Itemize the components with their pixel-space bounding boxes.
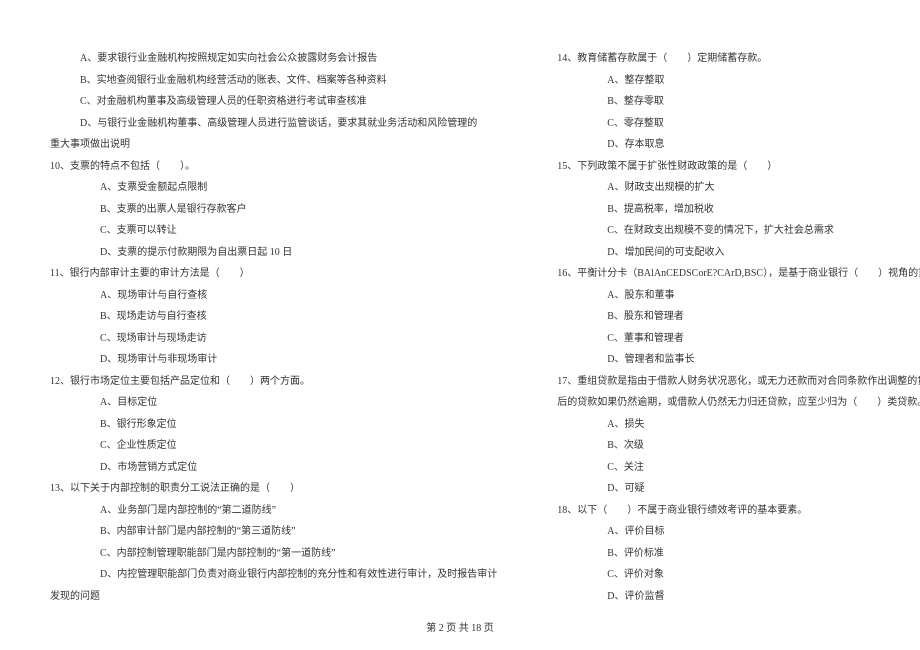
option-text: B、提高税率，增加税收 (557, 199, 920, 221)
left-column: A、要求银行业金融机构按照规定如实向社会公众披露财务会计报告 B、实地查阅银行业… (50, 48, 497, 607)
option-text: C、企业性质定位 (50, 435, 497, 457)
question-18: 18、以下（ ）不属于商业银行绩效考评的基本要素。 (557, 500, 920, 522)
page-content: A、要求银行业金融机构按照规定如实向社会公众披露财务会计报告 B、实地查阅银行业… (0, 0, 920, 637)
option-text: A、要求银行业金融机构按照规定如实向社会公众披露财务会计报告 (50, 48, 497, 70)
question-15: 15、下列政策不属于扩张性财政政策的是（ ） (557, 156, 920, 178)
option-text: D、管理者和监事长 (557, 349, 920, 371)
question-17-cont: 后的贷款如果仍然逾期，或借款人仍然无力归还贷款，应至少归为（ ）类贷款。 (557, 392, 920, 414)
option-text: B、评价标准 (557, 543, 920, 565)
option-text: C、零存整取 (557, 113, 920, 135)
option-text: A、评价目标 (557, 521, 920, 543)
option-text: B、实地查阅银行业金融机构经营活动的账表、文件、档案等各种资料 (50, 70, 497, 92)
option-text: B、次级 (557, 435, 920, 457)
question-12: 12、银行市场定位主要包括产品定位和（ ）两个方面。 (50, 371, 497, 393)
option-text: C、内部控制管理职能部门是内部控制的“第一道防线” (50, 543, 497, 565)
option-text: A、整存整取 (557, 70, 920, 92)
option-text: D、可疑 (557, 478, 920, 500)
option-text: B、股东和管理者 (557, 306, 920, 328)
question-11: 11、银行内部审计主要的审计方法是（ ） (50, 263, 497, 285)
option-text: C、现场审计与现场走访 (50, 328, 497, 350)
page-footer: 第 2 页 共 18 页 (0, 619, 920, 634)
option-text: A、股东和董事 (557, 285, 920, 307)
question-13: 13、以下关于内部控制的职责分工说法正确的是（ ） (50, 478, 497, 500)
option-text: C、在财政支出规模不变的情况下，扩大社会总需求 (557, 220, 920, 242)
option-text: D、市场营销方式定位 (50, 457, 497, 479)
option-text: C、对金融机构董事及高级管理人员的任职资格进行考试审查核准 (50, 91, 497, 113)
question-14: 14、教育储蓄存款属于（ ）定期储蓄存款。 (557, 48, 920, 70)
option-text: C、关注 (557, 457, 920, 479)
right-column: 14、教育储蓄存款属于（ ）定期储蓄存款。 A、整存整取 B、整存零取 C、零存… (557, 48, 920, 607)
option-text: D、现场审计与非现场审计 (50, 349, 497, 371)
option-text: B、银行形象定位 (50, 414, 497, 436)
option-text: D、支票的提示付款期限为自出票日起 10 日 (50, 242, 497, 264)
option-text: C、评价对象 (557, 564, 920, 586)
option-text: A、损失 (557, 414, 920, 436)
option-text-cont: 重大事项做出说明 (50, 134, 497, 156)
option-text: A、财政支出规模的扩大 (557, 177, 920, 199)
option-text-cont: 发现的问题 (50, 586, 497, 608)
option-text: D、内控管理职能部门负责对商业银行内部控制的充分性和有效性进行审计，及时报告审计 (50, 564, 497, 586)
option-text: A、目标定位 (50, 392, 497, 414)
option-text: A、业务部门是内部控制的“第二道防线” (50, 500, 497, 522)
option-text: D、与银行业金融机构董事、高级管理人员进行监管谈话，要求其就业务活动和风险管理的 (50, 113, 497, 135)
option-text: B、支票的出票人是银行存款客户 (50, 199, 497, 221)
option-text: C、董事和管理者 (557, 328, 920, 350)
question-16: 16、平衡计分卡（BAlAnCEDSCorE?CArD,BSC），是基于商业银行… (557, 263, 920, 285)
option-text: C、支票可以转让 (50, 220, 497, 242)
option-text: B、现场走访与自行查核 (50, 306, 497, 328)
question-10: 10、支票的特点不包括（ ）。 (50, 156, 497, 178)
question-17: 17、重组贷款是指由于借款人财务状况恶化，或无力还款而对合同条款作出调整的贷款，… (557, 371, 920, 393)
option-text: D、评价监督 (557, 586, 920, 608)
option-text: A、现场审计与自行查核 (50, 285, 497, 307)
option-text: B、整存零取 (557, 91, 920, 113)
option-text: A、支票受金额起点限制 (50, 177, 497, 199)
option-text: B、内部审计部门是内部控制的“第三道防线” (50, 521, 497, 543)
option-text: D、存本取息 (557, 134, 920, 156)
option-text: D、增加民间的可支配收入 (557, 242, 920, 264)
